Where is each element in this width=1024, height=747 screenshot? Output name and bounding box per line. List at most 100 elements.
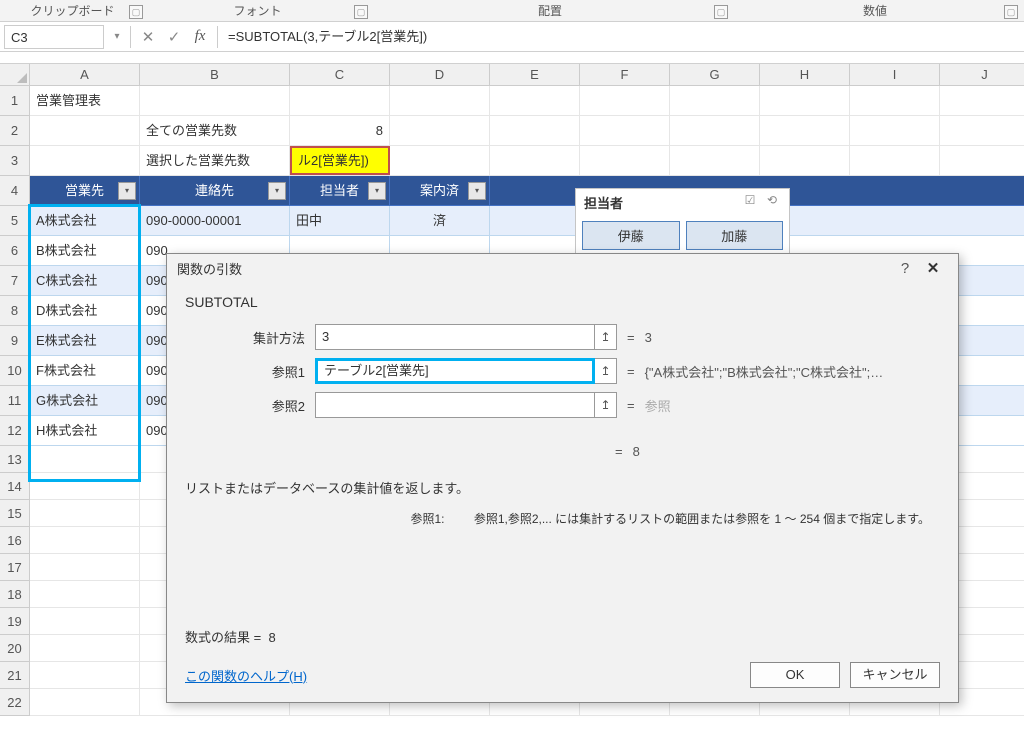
table-header-col3[interactable]: 案内済▾ (390, 176, 490, 205)
formula-content[interactable]: =SUBTOTAL(3,テーブル2[営業先]) (222, 25, 1024, 49)
function-name-label: SUBTOTAL (185, 294, 940, 310)
name-box-dropdown-icon[interactable]: ▾ (108, 31, 126, 42)
overall-result: 8 (633, 444, 640, 459)
table-cell[interactable]: D株式会社 (30, 296, 140, 325)
dialog-launcher-icon[interactable]: ▢ (714, 5, 728, 19)
table-header-col1[interactable]: 連絡先▾ (140, 176, 290, 205)
formula-result-label: 数式の結果 = 8 (185, 627, 276, 646)
dialog-title: 関数の引数 (177, 259, 892, 278)
multi-select-icon[interactable]: ☑ (741, 193, 759, 211)
filter-dropdown-icon[interactable]: ▾ (468, 182, 486, 200)
row-header-1[interactable]: 1 (0, 86, 30, 116)
function-description: リストまたはデータベースの集計値を返します。 (185, 477, 940, 500)
function-arguments-dialog: 関数の引数 ? ✕ SUBTOTAL 集計方法 3 ↥ = 3 参照1 テーブル… (166, 253, 959, 703)
table-cell[interactable]: 済 (390, 206, 490, 235)
row-header-15[interactable]: 15 (0, 500, 30, 527)
row-header-21[interactable]: 21 (0, 662, 30, 689)
table-header-col0[interactable]: 営業先▾ (30, 176, 140, 205)
row-header-2[interactable]: 2 (0, 116, 30, 146)
arg2-input[interactable] (315, 392, 595, 418)
table-cell[interactable]: H株式会社 (30, 416, 140, 445)
col-header-B[interactable]: B (140, 64, 290, 85)
col-header-C[interactable]: C (290, 64, 390, 85)
row-header-9[interactable]: 9 (0, 326, 30, 356)
row-header-16[interactable]: 16 (0, 527, 30, 554)
slicer-item-1[interactable]: 加藤 (686, 221, 784, 250)
table-cell[interactable]: B株式会社 (30, 236, 140, 265)
table-cell[interactable]: F株式会社 (30, 356, 140, 385)
ok-button[interactable]: OK (750, 662, 840, 688)
cell-B2[interactable]: 全ての営業先数 (140, 116, 290, 145)
arg1-label: 参照1 (185, 362, 315, 381)
arg2-label: 参照2 (185, 396, 315, 415)
arg1-result: {"A株式会社";"B株式会社";"C株式会社";… (645, 362, 884, 381)
arg1-input[interactable]: テーブル2[営業先] (315, 358, 595, 384)
arg-description: 参照1: 参照1,参照2,... には集計するリストの範囲または参照を 1 ～ … (185, 510, 940, 527)
row-header-12[interactable]: 12 (0, 416, 30, 446)
row-header-11[interactable]: 11 (0, 386, 30, 416)
col-header-A[interactable]: A (30, 64, 140, 85)
filter-dropdown-icon[interactable]: ▾ (118, 182, 136, 200)
table-header-col2[interactable]: 担当者▾ (290, 176, 390, 205)
dialog-launcher-icon[interactable]: ▢ (129, 5, 143, 19)
collapse-range-icon[interactable]: ↥ (595, 324, 617, 350)
cell-A1[interactable]: 営業管理表 (30, 86, 140, 115)
row-header-13[interactable]: 13 (0, 446, 30, 473)
row-header-5[interactable]: 5 (0, 206, 30, 236)
name-box[interactable]: C3 (4, 25, 104, 49)
dialog-launcher-icon[interactable]: ▢ (1004, 5, 1018, 19)
arg2-result: 参照 (645, 396, 671, 415)
col-header-H[interactable]: H (760, 64, 850, 85)
dialog-launcher-icon[interactable]: ▢ (354, 5, 368, 19)
filter-dropdown-icon[interactable]: ▾ (268, 182, 286, 200)
row-header-7[interactable]: 7 (0, 266, 30, 296)
col-header-E[interactable]: E (490, 64, 580, 85)
clear-filter-icon[interactable]: ⟲ (763, 193, 781, 211)
cell-C3[interactable]: ル2[営業先]) (290, 146, 390, 175)
accept-formula-icon[interactable]: ✓ (161, 28, 187, 46)
collapse-range-icon[interactable]: ↥ (595, 358, 617, 384)
row-header-22[interactable]: 22 (0, 689, 30, 716)
row-header-10[interactable]: 10 (0, 356, 30, 386)
table-cell[interactable]: 田中 (290, 206, 390, 235)
row-header-20[interactable]: 20 (0, 635, 30, 662)
filter-dropdown-icon[interactable]: ▾ (368, 182, 386, 200)
row-header-14[interactable]: 14 (0, 473, 30, 500)
arg0-input[interactable]: 3 (315, 324, 595, 350)
arg0-result: 3 (645, 330, 652, 345)
slicer-item-0[interactable]: 伊藤 (582, 221, 680, 250)
collapse-range-icon[interactable]: ↥ (595, 392, 617, 418)
cancel-formula-icon[interactable]: ✕ (135, 28, 161, 46)
table-cell[interactable]: A株式会社 (30, 206, 140, 235)
function-help-link[interactable]: この関数のヘルプ(H) (185, 666, 307, 685)
fx-icon[interactable]: fx (187, 28, 213, 45)
cell-C2[interactable]: 8 (290, 116, 390, 145)
row-header-17[interactable]: 17 (0, 554, 30, 581)
row-header-8[interactable]: 8 (0, 296, 30, 326)
col-header-D[interactable]: D (390, 64, 490, 85)
table-cell[interactable]: G株式会社 (30, 386, 140, 415)
select-all-corner[interactable] (0, 64, 30, 86)
arg0-label: 集計方法 (185, 328, 315, 347)
cell-B3[interactable]: 選択した営業先数 (140, 146, 290, 175)
cancel-button[interactable]: キャンセル (850, 662, 940, 688)
row-header-19[interactable]: 19 (0, 608, 30, 635)
dialog-help-icon[interactable]: ? (892, 260, 918, 277)
row-header-6[interactable]: 6 (0, 236, 30, 266)
table-cell[interactable]: 090-0000-00001 (140, 206, 290, 235)
col-header-G[interactable]: G (670, 64, 760, 85)
table-row: A株式会社090-0000-00001田中済 (30, 206, 1024, 236)
table-cell[interactable]: C株式会社 (30, 266, 140, 295)
table-header-row: 営業先▾ 連絡先▾ 担当者▾ 案内済▾ (30, 176, 1024, 206)
row-header-3[interactable]: 3 (0, 146, 30, 176)
formula-bar: C3 ▾ ✕ ✓ fx =SUBTOTAL(3,テーブル2[営業先]) (0, 22, 1024, 52)
row-header-18[interactable]: 18 (0, 581, 30, 608)
col-header-I[interactable]: I (850, 64, 940, 85)
ribbon-group-strip: クリップボード▢ フォント▢ 配置▢ 数値▢ (0, 0, 1024, 22)
col-header-F[interactable]: F (580, 64, 670, 85)
row-header-4[interactable]: 4 (0, 176, 30, 206)
dialog-close-icon[interactable]: ✕ (918, 259, 948, 277)
slicer-panel[interactable]: 担当者 ☑ ⟲ 伊藤 加藤 (575, 188, 790, 257)
table-cell[interactable]: E株式会社 (30, 326, 140, 355)
col-header-J[interactable]: J (940, 64, 1024, 85)
